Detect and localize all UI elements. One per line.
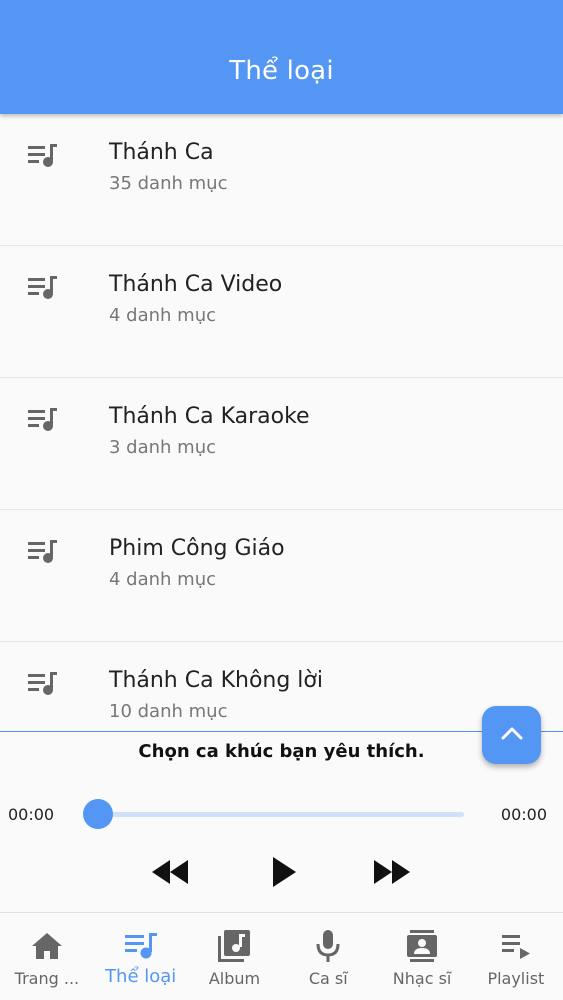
category-count: 10 danh mục xyxy=(109,701,228,722)
category-list[interactable]: Thánh Ca 35 danh mục Thánh Ca Video 4 da… xyxy=(0,114,563,731)
list-item[interactable]: Phim Công Giáo 4 danh mục xyxy=(0,510,563,642)
nav-item-composers[interactable]: Nhạc sĩ xyxy=(375,913,469,1000)
category-title: Thánh Ca xyxy=(109,140,214,165)
library-music-icon xyxy=(217,929,251,963)
audio-player: Chọn ca khúc bạn yêu thích. 00:00 00:00 xyxy=(0,731,563,912)
queue-music-icon xyxy=(28,408,58,432)
bottom-navigation: Trang ... Thể loại Album Ca sĩ Nhạc sĩ P… xyxy=(0,912,563,1000)
nav-item-playlist[interactable]: Playlist xyxy=(469,913,563,1000)
play-icon xyxy=(270,856,298,892)
nav-item-home[interactable]: Trang ... xyxy=(0,913,94,1000)
scroll-to-top-button[interactable] xyxy=(482,706,541,764)
chevron-up-icon xyxy=(500,725,524,745)
nav-label: Ca sĩ xyxy=(308,969,348,988)
home-icon xyxy=(30,929,64,963)
list-item[interactable]: Thánh Ca 35 danh mục xyxy=(0,114,563,246)
nav-label: Trang ... xyxy=(14,969,80,988)
list-item[interactable]: Thánh Ca Không lời 10 danh mục xyxy=(0,642,563,731)
nav-item-singers[interactable]: Ca sĩ xyxy=(281,913,375,1000)
now-playing-text: Chọn ca khúc bạn yêu thích. xyxy=(138,741,425,762)
contacts-icon xyxy=(405,929,439,963)
mic-icon xyxy=(311,929,345,963)
rewind-button[interactable] xyxy=(149,854,191,894)
current-time: 00:00 xyxy=(8,805,55,824)
progress-track[interactable] xyxy=(98,812,464,817)
queue-music-icon xyxy=(28,144,58,168)
playback-controls xyxy=(0,854,563,894)
category-title: Phim Công Giáo xyxy=(109,536,285,561)
queue-music-icon xyxy=(28,276,58,300)
fast-rewind-icon xyxy=(150,858,190,890)
nav-label: Album xyxy=(208,969,261,988)
nav-label: Nhạc sĩ xyxy=(392,969,452,988)
list-item[interactable]: Thánh Ca Karaoke 3 danh mục xyxy=(0,378,563,510)
nav-item-categories[interactable]: Thể loại xyxy=(94,913,188,1000)
fast-forward-icon xyxy=(372,858,412,890)
playlist-play-icon xyxy=(499,929,533,963)
category-count: 3 danh mục xyxy=(109,437,217,458)
page-title: Thể loại xyxy=(229,56,334,86)
category-title: Thánh Ca Karaoke xyxy=(109,404,310,429)
nav-label: Thể loại xyxy=(105,966,177,987)
queue-music-icon xyxy=(28,540,58,564)
category-count: 4 danh mục xyxy=(109,305,217,326)
category-count: 4 danh mục xyxy=(109,569,217,590)
category-count: 35 danh mục xyxy=(109,173,228,194)
progress-slider-thumb[interactable] xyxy=(83,799,113,829)
nav-item-album[interactable]: Album xyxy=(188,913,282,1000)
total-time: 00:00 xyxy=(500,805,547,824)
nav-label: Playlist xyxy=(487,969,545,988)
app-bar: Thể loại xyxy=(0,0,563,114)
category-title: Thánh Ca Không lời xyxy=(109,668,323,693)
fast-forward-button[interactable] xyxy=(371,854,413,894)
list-item[interactable]: Thánh Ca Video 4 danh mục xyxy=(0,246,563,378)
queue-music-icon xyxy=(124,929,158,963)
play-button[interactable] xyxy=(263,854,305,894)
queue-music-icon xyxy=(28,672,58,696)
category-title: Thánh Ca Video xyxy=(109,272,283,297)
